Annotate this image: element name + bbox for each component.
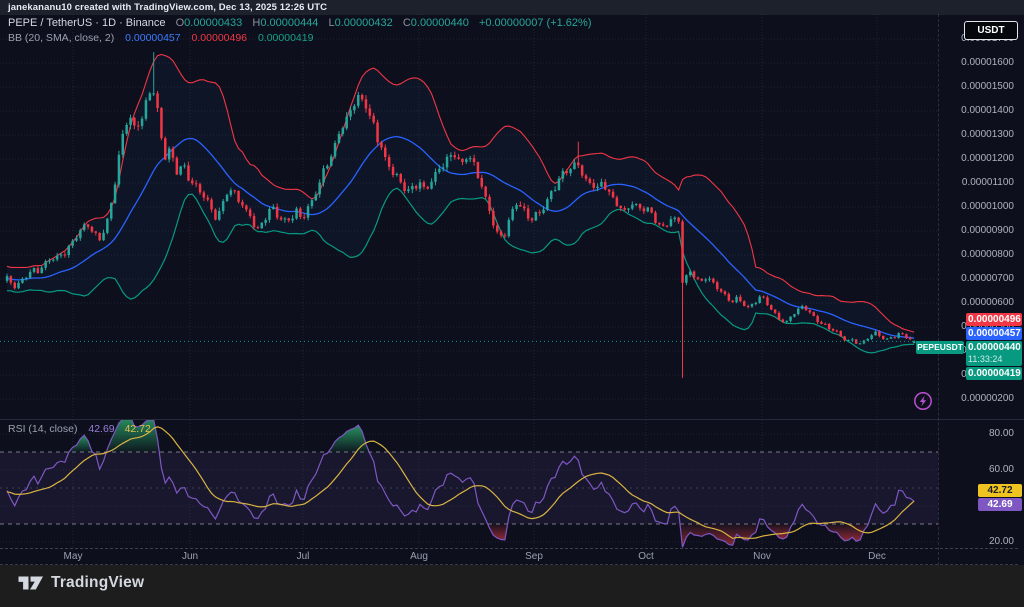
tradingview-logo-icon	[18, 575, 44, 591]
month-label: Oct	[624, 551, 668, 562]
price-tick-label: 0.00000600	[938, 297, 1014, 309]
bb-label: BB (20, SMA, close, 2)	[8, 32, 114, 44]
price-tick-label: 0.00000200	[938, 393, 1014, 405]
price-chart-canvas[interactable]	[0, 14, 938, 420]
month-label: Nov	[740, 551, 784, 562]
rsi-chart-canvas[interactable]	[0, 420, 938, 548]
price-tick-label: 0.00001200	[938, 153, 1014, 165]
symbol-title[interactable]: PEPE / TetherUS · 1D · Binance	[8, 17, 166, 29]
bb-upper-price-text: 0.00000496	[966, 314, 1021, 325]
rsi-tick-label: 60.00	[938, 464, 1014, 476]
bb-basis-value: 0.00000457	[125, 32, 180, 44]
time-axis-border	[0, 548, 1018, 549]
tradingview-logo-text: TradingView	[51, 574, 144, 592]
price-tick-label: 0.00000700	[938, 273, 1014, 285]
month-label: Aug	[397, 551, 441, 562]
attribution-text: janekananu10 created with TradingView.co…	[8, 0, 327, 15]
chart-frame-bottom	[0, 564, 1018, 565]
boost-lightning-icon[interactable]	[912, 390, 934, 412]
symbol-legend[interactable]: PEPE / TetherUS · 1D · Binance O0.000004…	[8, 17, 592, 29]
price-tick-label: 0.00001000	[938, 201, 1014, 213]
price-scale-separator[interactable]	[938, 14, 939, 565]
change-value: +0.00000007 (+1.62%)	[479, 17, 592, 29]
rsi-value: 42.69	[88, 423, 114, 435]
bb-basis-price-text: 0.00000457	[966, 328, 1021, 339]
bb-lower-price-text: 0.00000419	[966, 368, 1021, 379]
bb-lower-value: 0.00000419	[258, 32, 313, 44]
rsi-label: RSI (14, close)	[8, 423, 77, 435]
month-label: Jul	[281, 551, 325, 562]
month-label: May	[51, 551, 95, 562]
high-value: 0.00000444	[260, 17, 318, 29]
month-label: Sep	[512, 551, 556, 562]
bb-lower-price-label: 0.00000419	[966, 367, 1022, 380]
price-tick-label: 0.00001600	[938, 57, 1014, 69]
price-tick-label: 0.00000900	[938, 225, 1014, 237]
tradingview-logo[interactable]: TradingView	[18, 574, 144, 592]
open-value: 0.00000433	[184, 17, 242, 29]
rsi-tick-label: 80.00	[938, 428, 1014, 440]
price-tick-label: 0.00001300	[938, 129, 1014, 141]
month-label: Jun	[168, 551, 212, 562]
bb-upper-price-label: 0.00000496	[966, 313, 1022, 326]
close-value: 0.00000440	[411, 17, 469, 29]
rsi-indicator-legend[interactable]: RSI (14, close) 42.69 42.72	[8, 423, 151, 435]
footer-bar: TradingView	[0, 565, 1024, 607]
close-label: C	[403, 17, 411, 29]
currency-toggle-button[interactable]: USDT	[964, 21, 1018, 40]
rsi-ma-axis-label: 42.72	[978, 484, 1022, 497]
pane-separator[interactable]	[0, 419, 1024, 420]
price-tick-label: 0.00001400	[938, 105, 1014, 117]
price-tick-label: 0.00001100	[938, 177, 1014, 189]
symbol-tag-label: PEPEUSDT	[916, 341, 964, 354]
price-tick-label: 0.00001500	[938, 81, 1014, 93]
rsi-tick-label: 20.00	[938, 536, 1014, 548]
attribution-bar: janekananu10 created with TradingView.co…	[0, 0, 1024, 15]
bar-countdown: 11:33:24	[966, 354, 1022, 365]
month-label: Dec	[855, 551, 899, 562]
low-value: 0.00000432	[335, 17, 393, 29]
last-price-label: 0.00000440 11:33:24	[966, 341, 1022, 366]
last-price-text: 0.00000440	[966, 341, 1022, 354]
rsi-ma-value: 42.72	[125, 423, 151, 435]
tradingview-chart-window: janekananu10 created with TradingView.co…	[0, 0, 1024, 607]
rsi-axis-label: 42.69	[978, 498, 1022, 511]
open-label: O	[176, 17, 185, 29]
bb-basis-price-label: 0.00000457	[966, 327, 1022, 340]
bb-indicator-legend[interactable]: BB (20, SMA, close, 2) 0.00000457 0.0000…	[8, 32, 313, 44]
bb-upper-value: 0.00000496	[192, 32, 247, 44]
price-tick-label: 0.00000800	[938, 249, 1014, 261]
